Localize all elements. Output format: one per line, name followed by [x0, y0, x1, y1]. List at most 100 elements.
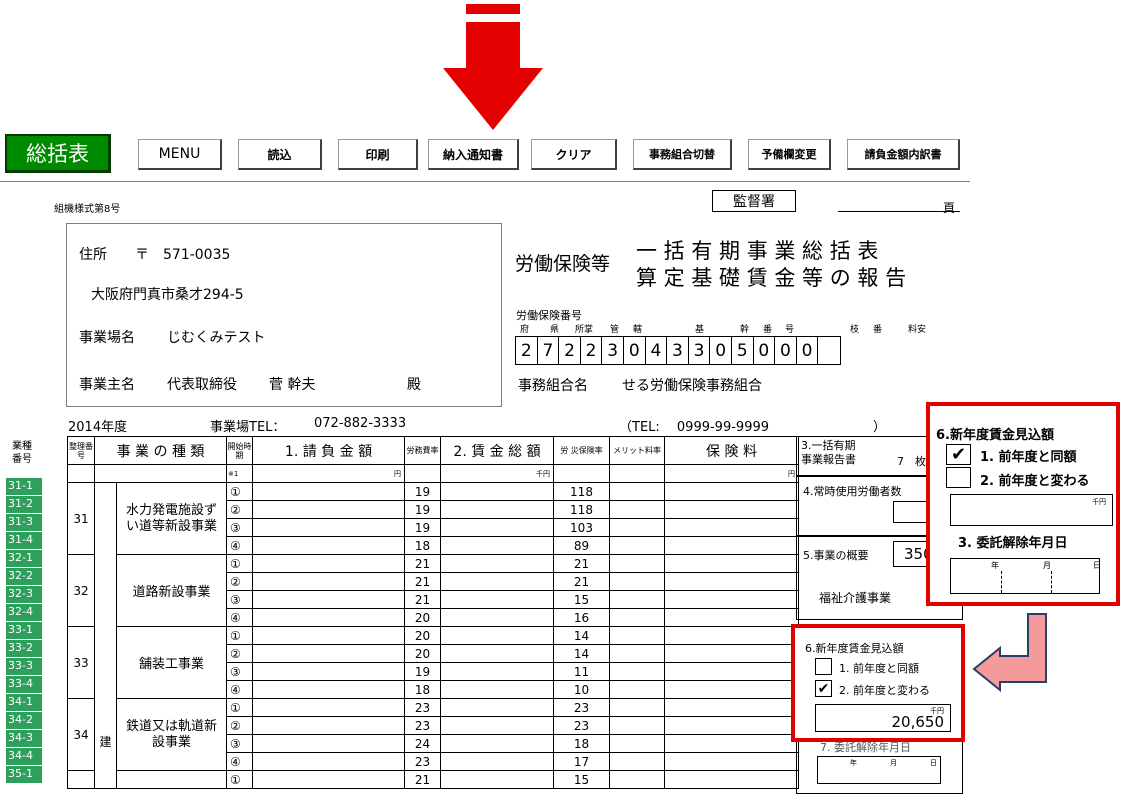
table-cell: ③	[226, 734, 253, 753]
group-no: 34	[67, 698, 95, 771]
summary-table: 整理番号 事 業 の 種 類 開始時期 1. 請 負 金 額 労務費率 2. 賃…	[67, 436, 799, 789]
side-code[interactable]: 34-4	[6, 748, 42, 765]
same-as-last-year-checkbox[interactable]	[815, 658, 832, 675]
contract-input[interactable]	[252, 500, 405, 519]
side-code[interactable]: 31-1	[6, 478, 42, 495]
table-cell	[664, 680, 799, 699]
wages-input[interactable]	[440, 680, 554, 699]
spare-column-button[interactable]: 予備欄変更	[748, 139, 831, 170]
amount-field[interactable]: 千円 20,650	[815, 704, 951, 732]
table-cell	[664, 698, 799, 717]
side-code[interactable]: 33-4	[6, 676, 42, 693]
table-cell	[664, 572, 799, 591]
table-cell	[664, 644, 799, 663]
contract-input[interactable]	[252, 716, 405, 735]
address-text: 大阪府門真市桑才294-5	[91, 287, 244, 303]
left-arrow-icon	[972, 613, 1047, 692]
wages-input[interactable]	[440, 572, 554, 591]
table-cell: 20	[404, 644, 441, 663]
side-code[interactable]: 33-1	[6, 622, 42, 639]
side-code[interactable]: 32-1	[6, 550, 42, 567]
clear-button[interactable]: クリア	[531, 139, 617, 170]
wages-input[interactable]	[440, 518, 554, 537]
side-code[interactable]: 32-3	[6, 586, 42, 603]
contract-input[interactable]	[252, 536, 405, 555]
contract-input[interactable]	[252, 770, 405, 789]
table-cell: 118	[553, 500, 610, 519]
table-cell: 21	[404, 554, 441, 573]
side-code[interactable]: 31-3	[6, 514, 42, 531]
wages-input[interactable]	[440, 716, 554, 735]
contract-input[interactable]	[252, 752, 405, 771]
side-code[interactable]: 33-2	[6, 640, 42, 657]
table-cell: 24	[404, 734, 441, 753]
union-switch-button[interactable]: 事務組合切替	[633, 139, 732, 170]
contract-input[interactable]	[252, 518, 405, 537]
contract-input[interactable]	[252, 734, 405, 753]
wages-input[interactable]	[440, 752, 554, 771]
side-code[interactable]: 35-1	[6, 766, 42, 783]
wages-input[interactable]	[440, 644, 554, 663]
item6-highlight: 6.新年度賃金見込額 1. 前年度と同額 ✔ 2. 前年度と変わる 千円 20,…	[791, 624, 965, 742]
wages-input[interactable]	[440, 734, 554, 753]
payment-notice-button[interactable]: 納入通知書	[428, 139, 519, 170]
contract-input[interactable]	[252, 626, 405, 645]
summary-button[interactable]: 総括表	[5, 134, 111, 173]
side-code[interactable]: 34-1	[6, 694, 42, 711]
wages-input[interactable]	[440, 662, 554, 681]
wages-input[interactable]	[440, 536, 554, 555]
table-cell	[609, 662, 665, 681]
contract-input[interactable]	[252, 572, 405, 591]
business-type: 道路新設事業	[116, 554, 227, 627]
wages-input[interactable]	[440, 554, 554, 573]
group-no: 33	[67, 626, 95, 699]
table-cell: ②	[226, 572, 253, 591]
page-line	[838, 211, 960, 212]
item6-label: 6.新年度賃金見込額	[805, 642, 904, 655]
load-button[interactable]: 読込	[238, 139, 322, 170]
side-code[interactable]: 32-4	[6, 604, 42, 621]
wages-input[interactable]	[440, 590, 554, 609]
side-code[interactable]: 31-2	[6, 496, 42, 513]
table-cell	[664, 716, 799, 735]
table-cell: 21	[553, 554, 610, 573]
owner-name: 菅 幹夫	[269, 377, 316, 393]
table-cell: ①	[226, 482, 253, 501]
table-cell	[609, 590, 665, 609]
side-code[interactable]: 33-3	[6, 658, 42, 675]
side-code[interactable]: 34-2	[6, 712, 42, 729]
contract-input[interactable]	[252, 662, 405, 681]
header-wages: 2. 賃 金 総 額	[440, 436, 554, 465]
contract-input[interactable]	[252, 554, 405, 573]
side-code[interactable]: 34-3	[6, 730, 42, 747]
table-cell: 20	[404, 626, 441, 645]
table-cell: 10	[553, 680, 610, 699]
table-cell: ②	[226, 716, 253, 735]
table-cell: 23	[404, 752, 441, 771]
menu-button[interactable]: MENU	[138, 139, 222, 170]
contract-input[interactable]	[252, 680, 405, 699]
print-button[interactable]: 印刷	[338, 139, 418, 170]
contract-input[interactable]	[252, 608, 405, 627]
wages-input[interactable]	[440, 482, 554, 501]
table-cell: ③	[226, 590, 253, 609]
contract-input[interactable]	[252, 644, 405, 663]
changed-from-last-year-checkbox[interactable]: ✔	[815, 680, 832, 697]
table-cell	[609, 716, 665, 735]
wages-input[interactable]	[440, 500, 554, 519]
wages-input[interactable]	[440, 698, 554, 717]
contract-input[interactable]	[252, 590, 405, 609]
contract-breakdown-button[interactable]: 請負金額内訳書	[847, 139, 960, 170]
contract-input[interactable]	[252, 482, 405, 501]
wages-input[interactable]	[440, 626, 554, 645]
contract-input[interactable]	[252, 698, 405, 717]
table-cell: 16	[553, 608, 610, 627]
owner-suffix: 殿	[407, 377, 421, 393]
popup-opt1: 1. 前年度と同額	[980, 450, 1077, 465]
opt2-label: 2. 前年度と変わる	[839, 684, 930, 697]
wages-input[interactable]	[440, 770, 554, 789]
wages-input[interactable]	[440, 608, 554, 627]
side-code[interactable]: 32-2	[6, 568, 42, 585]
side-code[interactable]: 31-4	[6, 532, 42, 549]
down-arrow-icon	[443, 4, 543, 130]
